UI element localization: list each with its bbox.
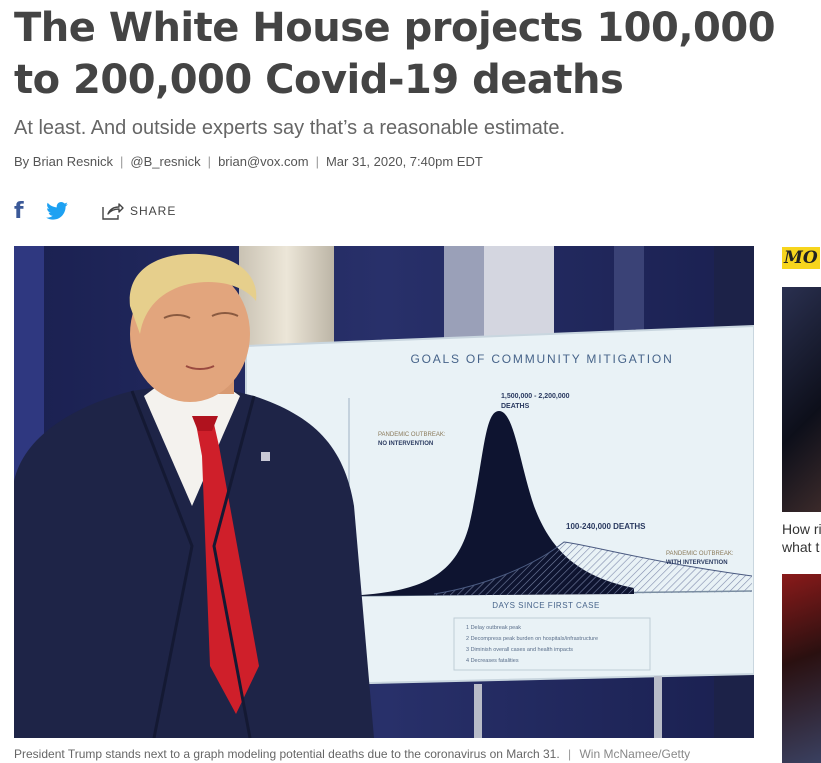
with-intervention-label: PANDEMIC OUTBREAK: [666, 551, 734, 557]
caption-text: President Trump stands next to a graph m… [14, 747, 560, 761]
no-intervention-value: NO INTERVENTION [378, 441, 433, 447]
peak-label: 1,500,000 - 2,200,000 [501, 393, 570, 400]
author-link[interactable]: Brian Resnick [33, 154, 113, 169]
facebook-icon[interactable]: f [14, 199, 46, 224]
article-dek: At least. And outside experts say that’s… [14, 117, 566, 139]
lead-photo: GOALS OF COMMUNITY MITIGATION 1,500,000 … [14, 246, 754, 738]
share-icon [102, 203, 124, 220]
goal-item: 1 Delay outbreak peak [466, 625, 521, 631]
photo-caption: President Trump stands next to a graph m… [14, 747, 690, 761]
email-link[interactable]: brian@vox.com [218, 154, 309, 169]
photo-scene: GOALS OF COMMUNITY MITIGATION 1,500,000 … [14, 246, 754, 738]
byline-prefix: By [14, 154, 30, 169]
article-headline: The White House projects 100,000 to 200,… [14, 5, 776, 103]
byline: By Brian Resnick | @B_resnick | brian@vo… [14, 154, 483, 169]
caption-separator: | [568, 747, 572, 761]
byline-separator: | [207, 154, 212, 169]
rail-story-thumbnail[interactable] [782, 287, 821, 512]
share-bar: f SHARE [14, 198, 176, 224]
goal-item: 3 Diminish overall cases and health impa… [466, 647, 573, 653]
twitter-icon[interactable] [46, 200, 86, 222]
rail-story-title-line: what t [782, 539, 820, 555]
with-intervention-deaths: 100-240,000 DEATHS [566, 522, 646, 531]
rail-story-title-line: How ri [782, 521, 821, 537]
goal-item: 4 Decreases fatalities [466, 658, 519, 664]
share-button[interactable]: SHARE [102, 202, 176, 220]
rail-story-thumbnail[interactable] [782, 574, 821, 763]
rail-section-tag[interactable]: MO [782, 247, 820, 269]
byline-separator: | [315, 154, 319, 169]
slide-title: GOALS OF COMMUNITY MITIGATION [410, 352, 673, 366]
x-axis-label: DAYS SINCE FIRST CASE [492, 601, 600, 610]
publish-date: Mar 31, 2020, 7:40pm EDT [325, 154, 483, 169]
byline-separator: | [120, 154, 124, 169]
photo-credit: Win McNamee/Getty [579, 747, 691, 761]
with-intervention-value: WITH INTERVENTION [666, 560, 728, 566]
goal-item: 2 Decompress peak burden on hospitals/in… [466, 636, 598, 642]
rail-story-title[interactable]: How ri what t [782, 520, 821, 556]
no-intervention-label: PANDEMIC OUTBREAK: [378, 432, 446, 438]
peak-label-deaths: DEATHS [501, 403, 530, 410]
twitter-handle-link[interactable]: @B_resnick [130, 154, 200, 169]
share-label: SHARE [130, 204, 177, 218]
